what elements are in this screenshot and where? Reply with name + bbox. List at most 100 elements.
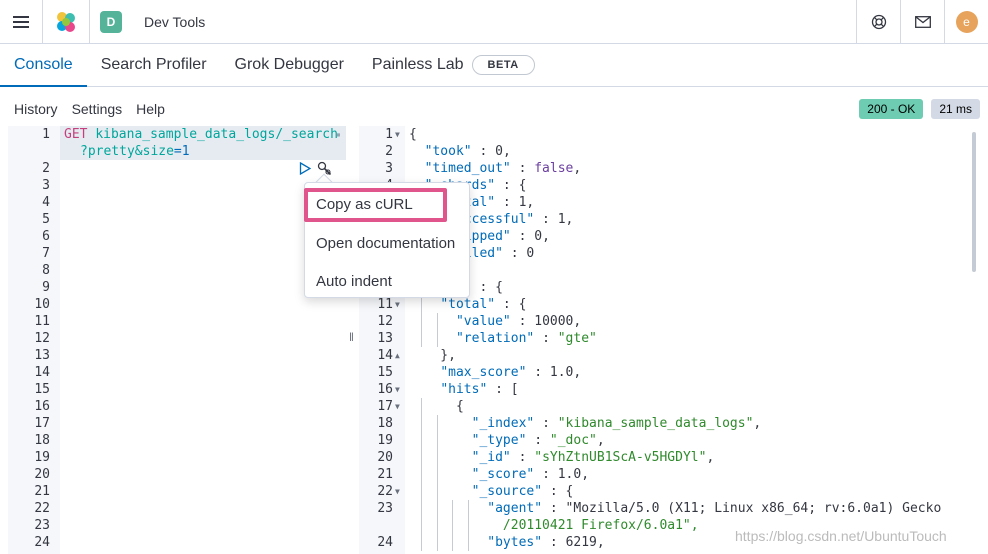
- response-line: {: [409, 399, 464, 414]
- response-line-number: 12: [377, 314, 393, 329]
- fold-toggle-icon[interactable]: ▼: [395, 296, 400, 313]
- request-editor[interactable]: GET kibana_sample_data_logs/_search ?pre…: [8, 126, 346, 554]
- request-line-number: 8: [42, 263, 50, 278]
- tab-console[interactable]: Console: [0, 44, 87, 87]
- request-line-number: 2: [42, 161, 50, 176]
- user-avatar: e: [955, 10, 978, 33]
- response-line: "agent" : "Mozilla/5.0 (X11; Linux x86_6…: [487, 501, 942, 516]
- pane-resizer-icon[interactable]: ‖: [349, 330, 354, 344]
- elastic-logo[interactable]: [43, 0, 89, 44]
- watermark: https://blog.csdn.net/UbuntuTouch: [735, 528, 947, 544]
- response-line-number: 24: [377, 535, 393, 550]
- response-line-number: 23: [377, 501, 393, 516]
- response-line-number: 19: [377, 433, 393, 448]
- newsfeed-button[interactable]: [901, 0, 944, 44]
- fold-toggle-icon[interactable]: ▲: [395, 347, 400, 364]
- request-line-number: 15: [34, 382, 50, 397]
- response-line-number: 17: [377, 399, 393, 414]
- response-line-number: 11: [377, 297, 393, 312]
- help-icon: [871, 14, 886, 29]
- request-line-number: 4: [42, 195, 50, 210]
- top-header: D Dev Tools e: [0, 0, 988, 44]
- beta-badge: BETA: [471, 55, 535, 75]
- dev-tools-tabs: Console Search Profiler Grok Debugger Pa…: [0, 45, 988, 87]
- request-line-number: 21: [34, 484, 50, 499]
- tab-label: Console: [14, 56, 73, 73]
- request-method: GET: [64, 127, 88, 142]
- request-line-number: 22: [34, 501, 50, 516]
- request-line-1: GET kibana_sample_data_logs/_search: [64, 126, 338, 143]
- request-path: kibana_sample_data_logs/_search: [95, 127, 338, 142]
- indent-guide: [437, 415, 438, 551]
- response-line-number: 22: [377, 484, 393, 499]
- fold-toggle-icon[interactable]: ▼: [395, 483, 400, 500]
- response-line-number: 21: [377, 467, 393, 482]
- request-line-number: 24: [34, 535, 50, 550]
- request-line-number: 11: [34, 314, 50, 329]
- request-line-number: 17: [34, 416, 50, 431]
- request-query: ?pretty&size: [80, 144, 174, 159]
- help-button[interactable]: [857, 0, 900, 44]
- response-line-number: 1: [385, 127, 393, 142]
- response-line: },: [409, 348, 456, 363]
- wrap-indicator: ▪: [336, 130, 341, 139]
- fold-toggle-icon[interactable]: ▼: [395, 381, 400, 398]
- response-line-number: 18: [377, 416, 393, 431]
- response-line: "value" : 10000,: [455, 314, 582, 329]
- response-line: "max_score" : 1.0,: [440, 365, 582, 380]
- tab-grok-debugger[interactable]: Grok Debugger: [221, 44, 358, 86]
- request-line-number: 14: [34, 365, 50, 380]
- menu-icon: [13, 15, 29, 28]
- history-link[interactable]: History: [14, 101, 58, 117]
- indent-guide: [452, 500, 453, 551]
- request-line-number: 23: [34, 518, 50, 533]
- response-line: "bytes" : 6219,: [487, 535, 605, 550]
- response-line: "hits" : [: [440, 382, 519, 397]
- copy-as-curl-highlight: [304, 188, 447, 222]
- request-line-number: 5: [42, 212, 50, 227]
- tab-search-profiler[interactable]: Search Profiler: [87, 44, 221, 86]
- fold-toggle-icon[interactable]: ▼: [395, 126, 400, 143]
- user-menu-button[interactable]: e: [945, 0, 988, 44]
- response-scrollbar[interactable]: [972, 132, 976, 272]
- tab-painless-lab[interactable]: Painless Lab BETA: [358, 44, 549, 86]
- response-line: "timed_out" : false,: [424, 161, 582, 176]
- response-line-number: 20: [377, 450, 393, 465]
- help-link[interactable]: Help: [136, 101, 165, 117]
- response-line-number: 15: [377, 365, 393, 380]
- request-line-number: 13: [34, 348, 50, 363]
- response-line: "_id" : "sYhZtnUB1ScA-v5HGDYl",: [471, 450, 715, 465]
- tab-label: Grok Debugger: [234, 56, 344, 73]
- fold-toggle-icon[interactable]: ▼: [395, 398, 400, 415]
- request-actions: [299, 161, 332, 176]
- request-line-number: 20: [34, 467, 50, 482]
- settings-link[interactable]: Settings: [72, 101, 123, 117]
- space-avatar: D: [100, 10, 122, 33]
- response-line: {: [409, 127, 417, 142]
- request-line-number: 12: [34, 331, 50, 346]
- indent-guide: [421, 398, 422, 551]
- menu-button[interactable]: [0, 0, 42, 44]
- response-line: "_score" : 1.0,: [471, 467, 590, 482]
- request-line-number: 10: [34, 297, 50, 312]
- space-selector[interactable]: D: [90, 0, 132, 44]
- tab-label: Search Profiler: [100, 56, 207, 73]
- play-icon[interactable]: [299, 162, 311, 175]
- auto-indent-option[interactable]: Auto indent: [316, 273, 392, 290]
- indent-guide: [468, 500, 469, 551]
- request-line-number: 18: [34, 433, 50, 448]
- console-menu: History Settings Help 200 - OK 21 ms: [0, 95, 988, 123]
- open-documentation-option[interactable]: Open documentation: [316, 235, 455, 252]
- indent-guide: [421, 296, 422, 347]
- response-line-number: 3: [385, 161, 393, 176]
- request-line-number: 6: [42, 229, 50, 244]
- elastic-logo-icon: [57, 11, 75, 32]
- request-line-number: 19: [34, 450, 50, 465]
- response-line-number: 16: [377, 382, 393, 397]
- status-badge: 200 - OK: [859, 99, 924, 119]
- request-line-1-wrap: ?pretty&size=1: [80, 143, 190, 160]
- mail-icon: [914, 15, 931, 28]
- request-line-number: 3: [42, 178, 50, 193]
- request-line-number: 9: [42, 280, 50, 295]
- request-query-value: =1: [173, 144, 190, 159]
